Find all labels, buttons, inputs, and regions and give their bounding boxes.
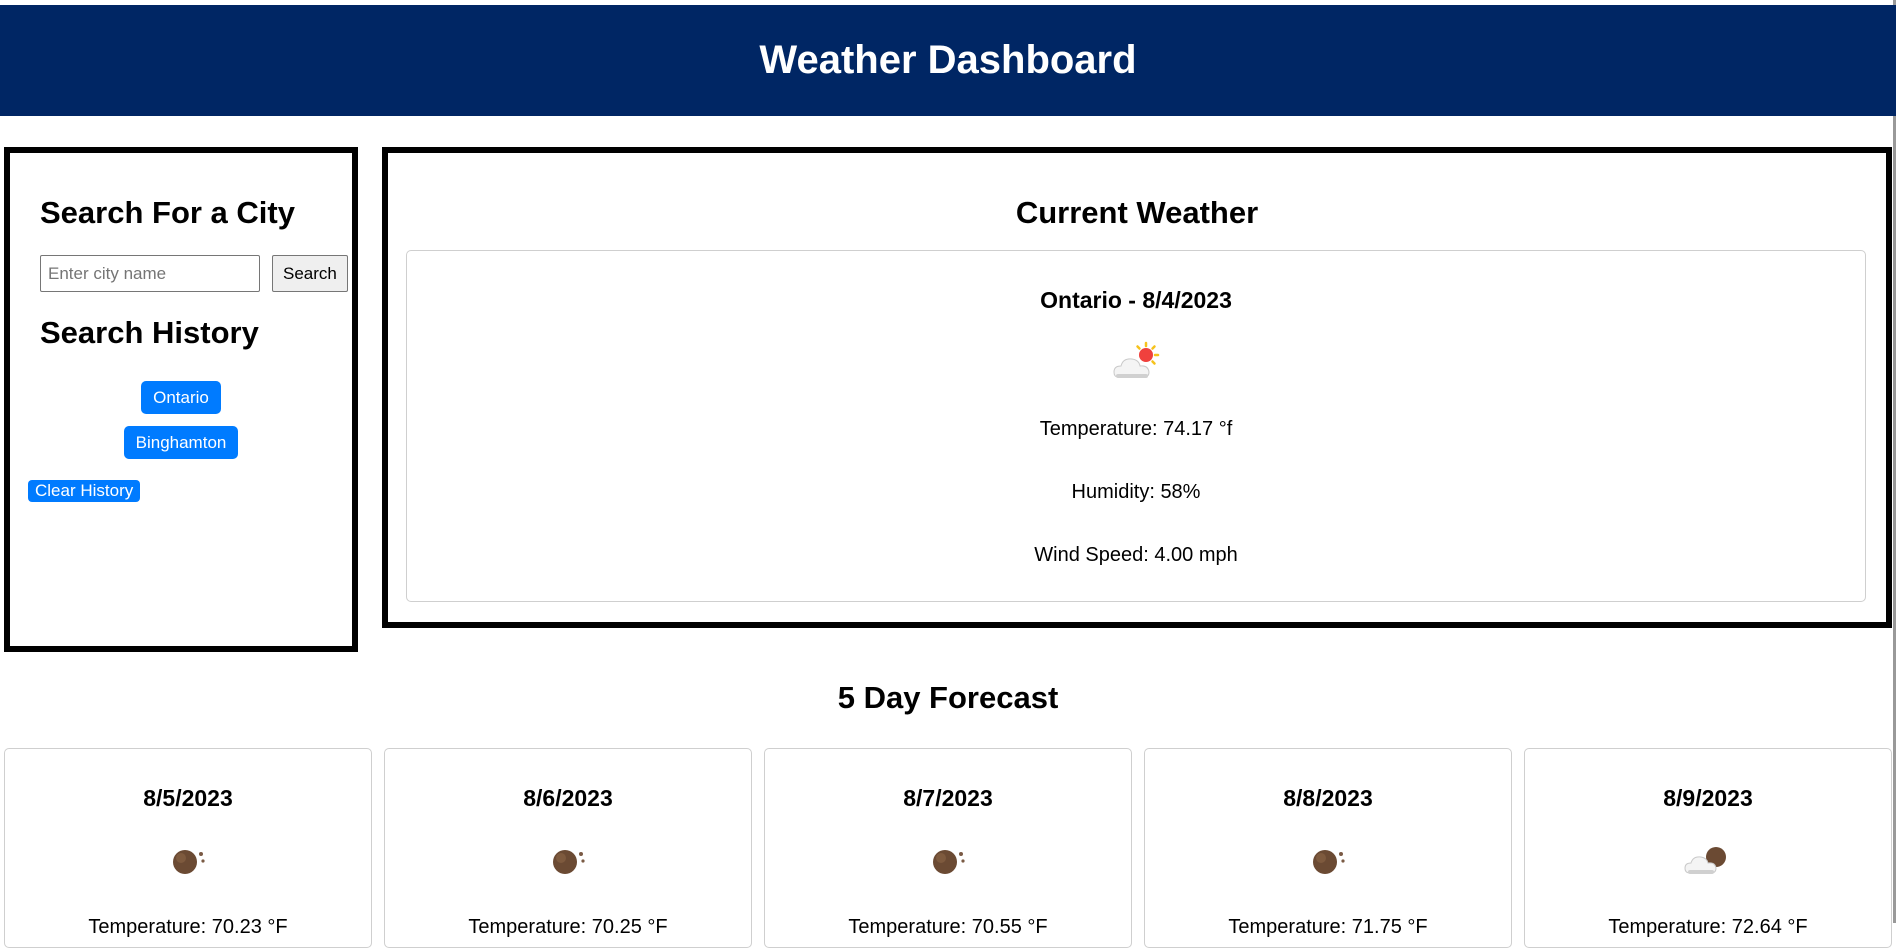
forecast-date: 8/8/2023 [1283, 785, 1373, 811]
forecast-title: 5 Day Forecast [837, 680, 1059, 715]
forecast-card: 8/6/2023 Temperature: 70.25 °F [384, 748, 752, 948]
current-wind-speed: Wind Speed: 4.00 mph [1034, 544, 1238, 566]
clear-night-icon [1313, 850, 1345, 874]
forecast-row: 8/5/2023 Temperature: 70.23 °F 8/6/2023 [4, 748, 1892, 948]
forecast-card: 8/9/2023 Temperature: 72.64 °F [1524, 748, 1892, 948]
city-search-input[interactable] [40, 255, 260, 292]
forecast-card: 8/8/2023 Temperature: 71.75 °F [1144, 748, 1512, 948]
partly-cloudy-day-icon [1113, 341, 1160, 378]
partly-cloudy-night-icon [1684, 847, 1726, 874]
forecast-temperature: Temperature: 70.25 °F [468, 916, 668, 938]
search-row: Search [40, 255, 348, 292]
page-header: Weather Dashboard [0, 5, 1896, 116]
history-title: Search History [40, 315, 259, 350]
forecast-date: 8/5/2023 [143, 785, 233, 811]
current-weather-title: Current Weather [1015, 195, 1259, 230]
current-temperature: Temperature: 74.17 °f [1039, 418, 1233, 440]
clear-night-icon [553, 850, 585, 874]
forecast-date: 8/7/2023 [903, 785, 993, 811]
page-title: Weather Dashboard [759, 38, 1137, 82]
history-item-binghamton[interactable]: Binghamton [123, 426, 239, 459]
forecast-date: 8/6/2023 [523, 785, 613, 811]
search-panel: Search For a City Search Search History … [4, 147, 358, 652]
current-weather-card: Ontario - 8/4/2023 Temperature: 74.17 °f… [406, 250, 1866, 602]
current-weather-panel: Current Weather Ontario - 8/4/2023 Tempe… [382, 147, 1892, 628]
search-title: Search For a City [40, 195, 295, 230]
forecast-card: 8/5/2023 Temperature: 70.23 °F [4, 748, 372, 948]
clear-night-icon [173, 850, 205, 874]
history-list: Ontario Binghamton [10, 381, 352, 459]
forecast-temperature: Temperature: 70.55 °F [848, 916, 1048, 938]
clear-night-icon [933, 850, 965, 874]
page: Weather Dashboard Search For a City Sear… [0, 0, 1896, 948]
forecast-card: 8/7/2023 Temperature: 70.55 °F [764, 748, 1132, 948]
forecast-date: 8/9/2023 [1663, 785, 1753, 811]
forecast-temperature: Temperature: 72.64 °F [1608, 916, 1808, 938]
clear-history-button[interactable]: Clear History [28, 480, 141, 502]
forecast-temperature: Temperature: 71.75 °F [1228, 916, 1428, 938]
search-button[interactable]: Search [272, 255, 348, 292]
city-date: Ontario - 8/4/2023 [1040, 287, 1232, 313]
history-item-ontario[interactable]: Ontario [141, 381, 221, 414]
current-humidity: Humidity: 58% [1071, 481, 1201, 503]
forecast-temperature: Temperature: 70.23 °F [88, 916, 288, 938]
